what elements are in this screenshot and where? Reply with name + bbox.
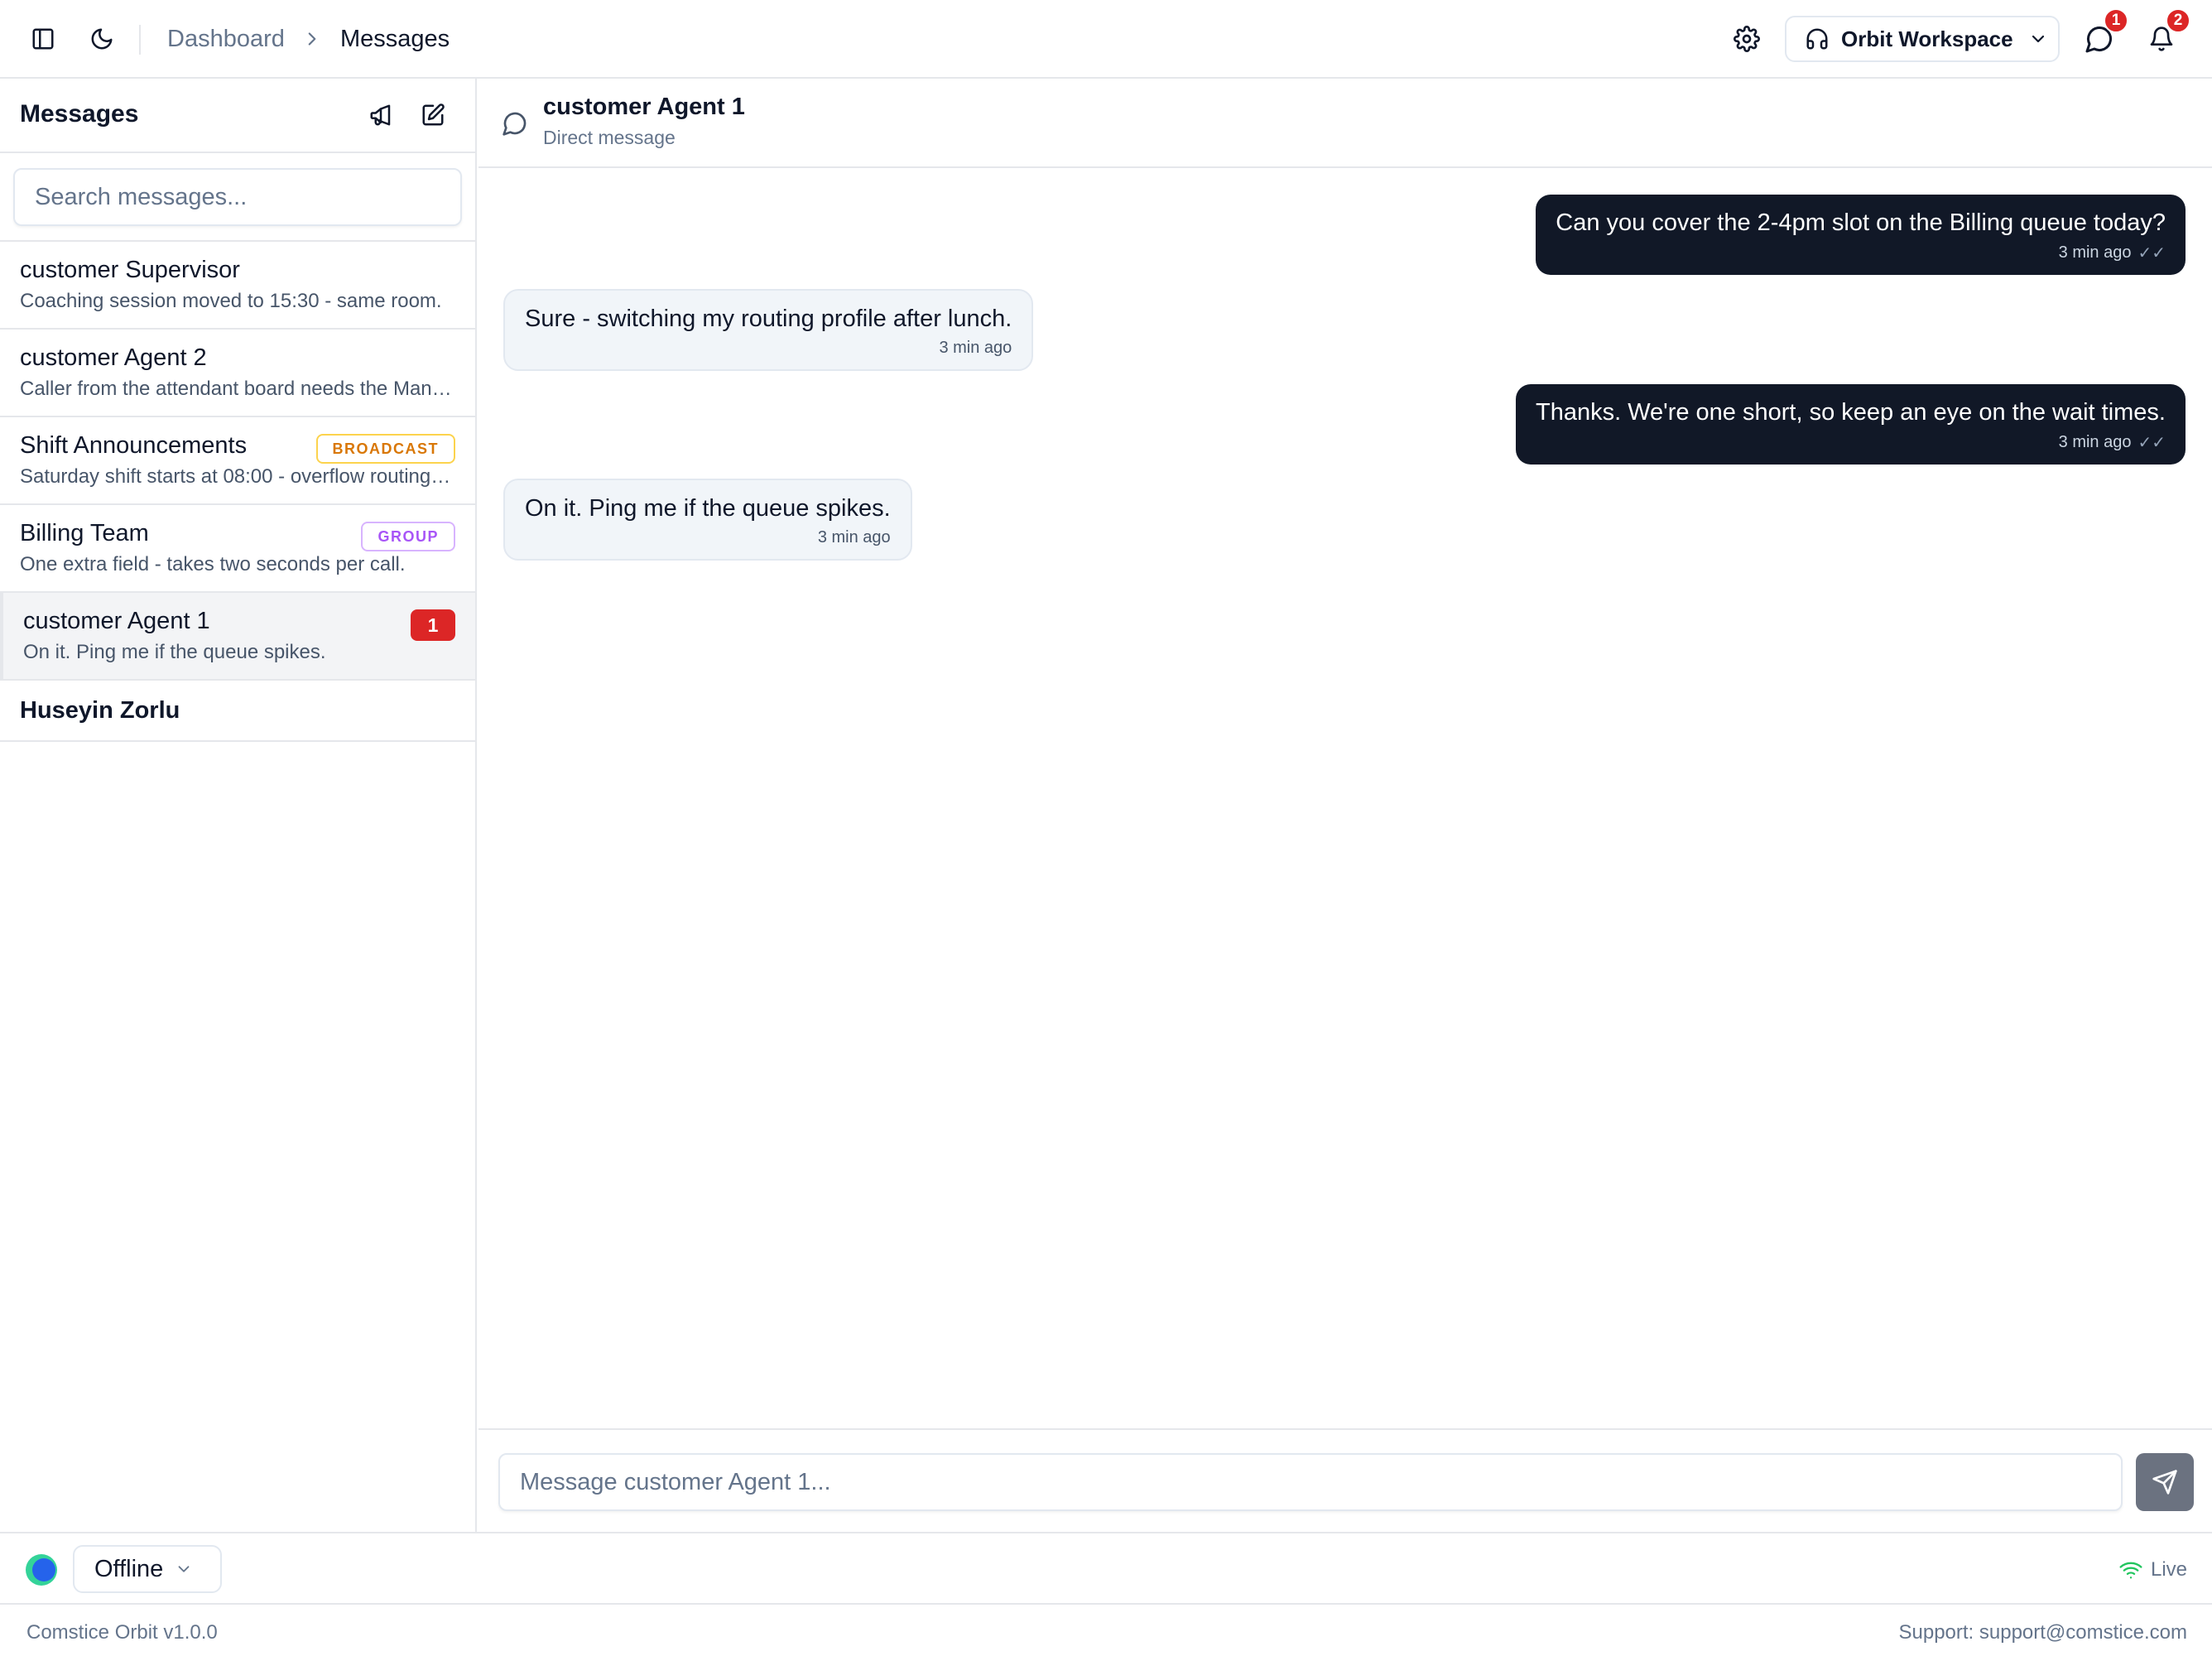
headphones-icon	[1805, 26, 1830, 51]
conversation-preview: One extra field - takes two seconds per …	[20, 553, 406, 575]
conversation-preview: Saturday shift starts at 08:00 - overflo…	[20, 465, 455, 488]
message-time: 3 min ago	[2058, 433, 2132, 451]
edit-icon[interactable]	[414, 96, 452, 134]
toolbar-divider	[139, 25, 141, 55]
message-meta: 3 min ago	[525, 339, 1012, 358]
conversation-item[interactable]: Billing Team GROUP One extra field - tak…	[0, 505, 475, 593]
read-receipt-icon: ✓✓	[2137, 244, 2166, 262]
sidebar-header: Messages	[0, 79, 475, 153]
conversation-item-active[interactable]: customer Agent 1 1 On it. Ping me if the…	[0, 593, 475, 681]
send-button[interactable]	[2136, 1453, 2194, 1511]
live-label: Live	[2150, 1558, 2187, 1581]
unread-count-badge: 1	[411, 609, 455, 641]
chat-header: customer Agent 1 Direct message	[478, 79, 2212, 168]
conversation-name: Billing Team	[20, 520, 149, 546]
moon-icon[interactable]	[81, 18, 123, 60]
group-tag: GROUP	[361, 522, 455, 551]
message-time: 3 min ago	[2058, 243, 2132, 262]
panel-left-icon[interactable]	[22, 18, 64, 60]
chevron-down-icon	[2028, 29, 2048, 49]
conversation-name: Huseyin Zorlu	[20, 697, 180, 724]
conversation-preview: On it. Ping me if the queue spikes.	[23, 641, 326, 663]
message-text: Can you cover the 2-4pm slot on the Bill…	[1556, 209, 2166, 236]
message-time: 3 min ago	[817, 528, 891, 546]
chevron-down-icon	[175, 1560, 193, 1578]
message-meta: 3 min ago	[525, 528, 891, 547]
chat-title: customer Agent 1	[543, 94, 745, 120]
read-receipt-icon: ✓✓	[2137, 434, 2166, 452]
conversation-item[interactable]: customer Supervisor Coaching session mov…	[0, 242, 475, 330]
message-outgoing: Can you cover the 2-4pm slot on the Bill…	[1536, 195, 2186, 275]
conversation-preview: Coaching session moved to 15:30 - same r…	[20, 290, 442, 312]
top-bar: Dashboard Messages Orbit Workspace 1 2	[0, 0, 2212, 79]
agent-status-select[interactable]: Offline	[73, 1545, 222, 1593]
message-circle-icon[interactable]: 1	[2079, 8, 2128, 60]
conversation-name: customer Supervisor	[20, 257, 240, 283]
chat-subtitle: Direct message	[543, 127, 676, 148]
wifi-icon	[2119, 1558, 2142, 1581]
conversation-item[interactable]: Huseyin Zorlu	[0, 681, 475, 742]
conversation-preview: Caller from the attendant board needs th…	[20, 378, 455, 400]
conversation-item[interactable]: Shift Announcements BROADCAST Saturday s…	[0, 417, 475, 505]
message-circle-icon	[502, 110, 528, 137]
bell-icon[interactable]: 2	[2141, 8, 2190, 60]
message-composer	[478, 1428, 2212, 1532]
message-list: Can you cover the 2-4pm slot on the Bill…	[478, 168, 2212, 1428]
message-text: Sure - switching my routing profile afte…	[525, 306, 1012, 332]
message-meta: 3 min ago ✓✓	[1556, 243, 2166, 263]
support-link[interactable]: Support: support@comstice.com	[1898, 1621, 2187, 1644]
workspace-selector[interactable]: Orbit Workspace	[1785, 16, 2060, 62]
message-text: Thanks. We're one short, so keep an eye …	[1535, 399, 2166, 426]
chevron-right-icon	[301, 28, 323, 50]
live-indicator: Live	[2119, 1558, 2187, 1581]
message-outgoing: Thanks. We're one short, so keep an eye …	[1515, 384, 2186, 465]
message-input[interactable]	[498, 1453, 2123, 1511]
message-meta: 3 min ago ✓✓	[1536, 432, 2166, 453]
message-text: On it. Ping me if the queue spikes.	[525, 495, 891, 522]
search-wrapper	[0, 153, 475, 242]
footer: Comstice Orbit v1.0.0 Support: support@c…	[0, 1603, 2212, 1656]
send-icon	[2152, 1469, 2178, 1495]
agent-status-value: Offline	[94, 1555, 164, 1582]
breadcrumb-current: Messages	[340, 26, 450, 52]
notification-badge: 2	[2166, 8, 2190, 33]
broadcast-tag: BROADCAST	[315, 434, 455, 464]
megaphone-icon[interactable]	[362, 96, 400, 134]
app-logo-icon	[25, 1553, 58, 1586]
status-bar: Offline Live	[0, 1532, 2212, 1603]
conversation-name: Shift Announcements	[20, 432, 248, 459]
breadcrumb-dashboard[interactable]: Dashboard	[167, 23, 285, 55]
message-incoming: On it. Ping me if the queue spikes. 3 mi…	[503, 479, 912, 561]
app-version: Comstice Orbit v1.0.0	[26, 1621, 218, 1644]
gear-icon[interactable]	[1726, 18, 1767, 60]
workspace-label: Orbit Workspace	[1841, 26, 2013, 51]
message-time: 3 min ago	[939, 339, 1012, 357]
chat-unread-badge: 1	[2104, 8, 2128, 33]
conversation-item[interactable]: customer Agent 2 Caller from the attenda…	[0, 330, 475, 417]
conversation-sidebar: Messages customer Supervisor Coaching se…	[0, 79, 477, 1532]
conversation-name: customer Agent 2	[20, 344, 207, 371]
search-input[interactable]	[13, 168, 462, 226]
conversation-name: customer Agent 1	[23, 608, 210, 634]
sidebar-title: Messages	[20, 100, 139, 128]
message-incoming: Sure - switching my routing profile afte…	[503, 289, 1034, 371]
